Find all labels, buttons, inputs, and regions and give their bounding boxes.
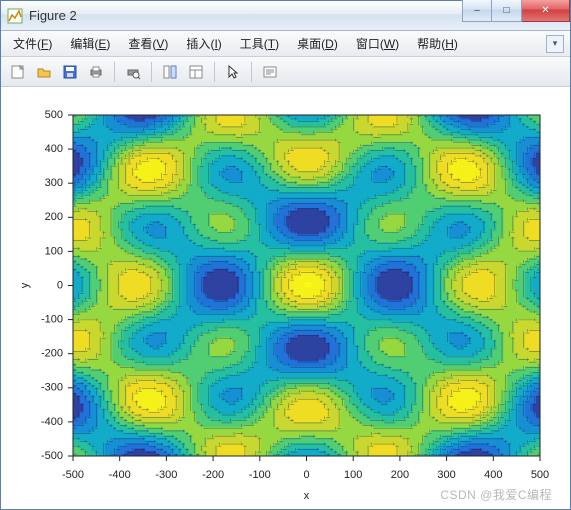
close-button[interactable]: ✕ [522, 0, 570, 22]
menubar: 文件(F) 编辑(E) 查看(V) 插入(I) 工具(T) 桌面(D) 窗口(W… [1, 31, 570, 57]
dock-icon[interactable] [159, 61, 181, 83]
maximize-button[interactable]: □ [492, 0, 522, 22]
window-title: Figure 2 [29, 8, 462, 23]
titlebar[interactable]: Figure 2 – □ ✕ [1, 1, 570, 31]
menu-view[interactable]: 查看(V) [120, 32, 176, 55]
toolbar [1, 57, 570, 87]
minimize-button[interactable]: – [462, 0, 492, 22]
menu-help[interactable]: 帮助(H) [409, 32, 466, 55]
xlabel: x [304, 490, 310, 502]
toolbar-separator [214, 62, 215, 82]
toolbar-separator [114, 62, 115, 82]
menu-file[interactable]: 文件(F) [5, 32, 60, 55]
ylabel: y [19, 282, 31, 288]
figure-window: Figure 2 – □ ✕ 文件(F) 编辑(E) 查看(V) 插入(I) 工… [0, 0, 571, 510]
print-icon[interactable] [85, 61, 107, 83]
menu-insert[interactable]: 插入(I) [178, 32, 229, 55]
menu-window[interactable]: 窗口(W) [348, 32, 407, 55]
pointer-icon[interactable] [222, 61, 244, 83]
layout-icon[interactable] [185, 61, 207, 83]
toolbar-separator [251, 62, 252, 82]
datatip-icon[interactable] [259, 61, 281, 83]
dock-toggle-icon[interactable]: ▾ [546, 35, 564, 53]
save-icon[interactable] [59, 61, 81, 83]
new-figure-icon[interactable] [7, 61, 29, 83]
window-buttons: – □ ✕ [462, 1, 570, 30]
menu-desktop[interactable]: 桌面(D) [289, 32, 346, 55]
app-icon [7, 8, 23, 24]
open-icon[interactable] [33, 61, 55, 83]
menu-tools[interactable]: 工具(T) [232, 32, 287, 55]
toolbar-separator [151, 62, 152, 82]
axes-canvas[interactable]: -500-400-300-200-1000100200300400500-500… [1, 87, 570, 509]
menu-edit[interactable]: 编辑(E) [62, 32, 118, 55]
watermark-text: CSDN @我爱C编程 [440, 486, 552, 503]
print-preview-icon[interactable] [122, 61, 144, 83]
contour-plot: -500-400-300-200-1000100200300400500-500… [1, 87, 570, 508]
